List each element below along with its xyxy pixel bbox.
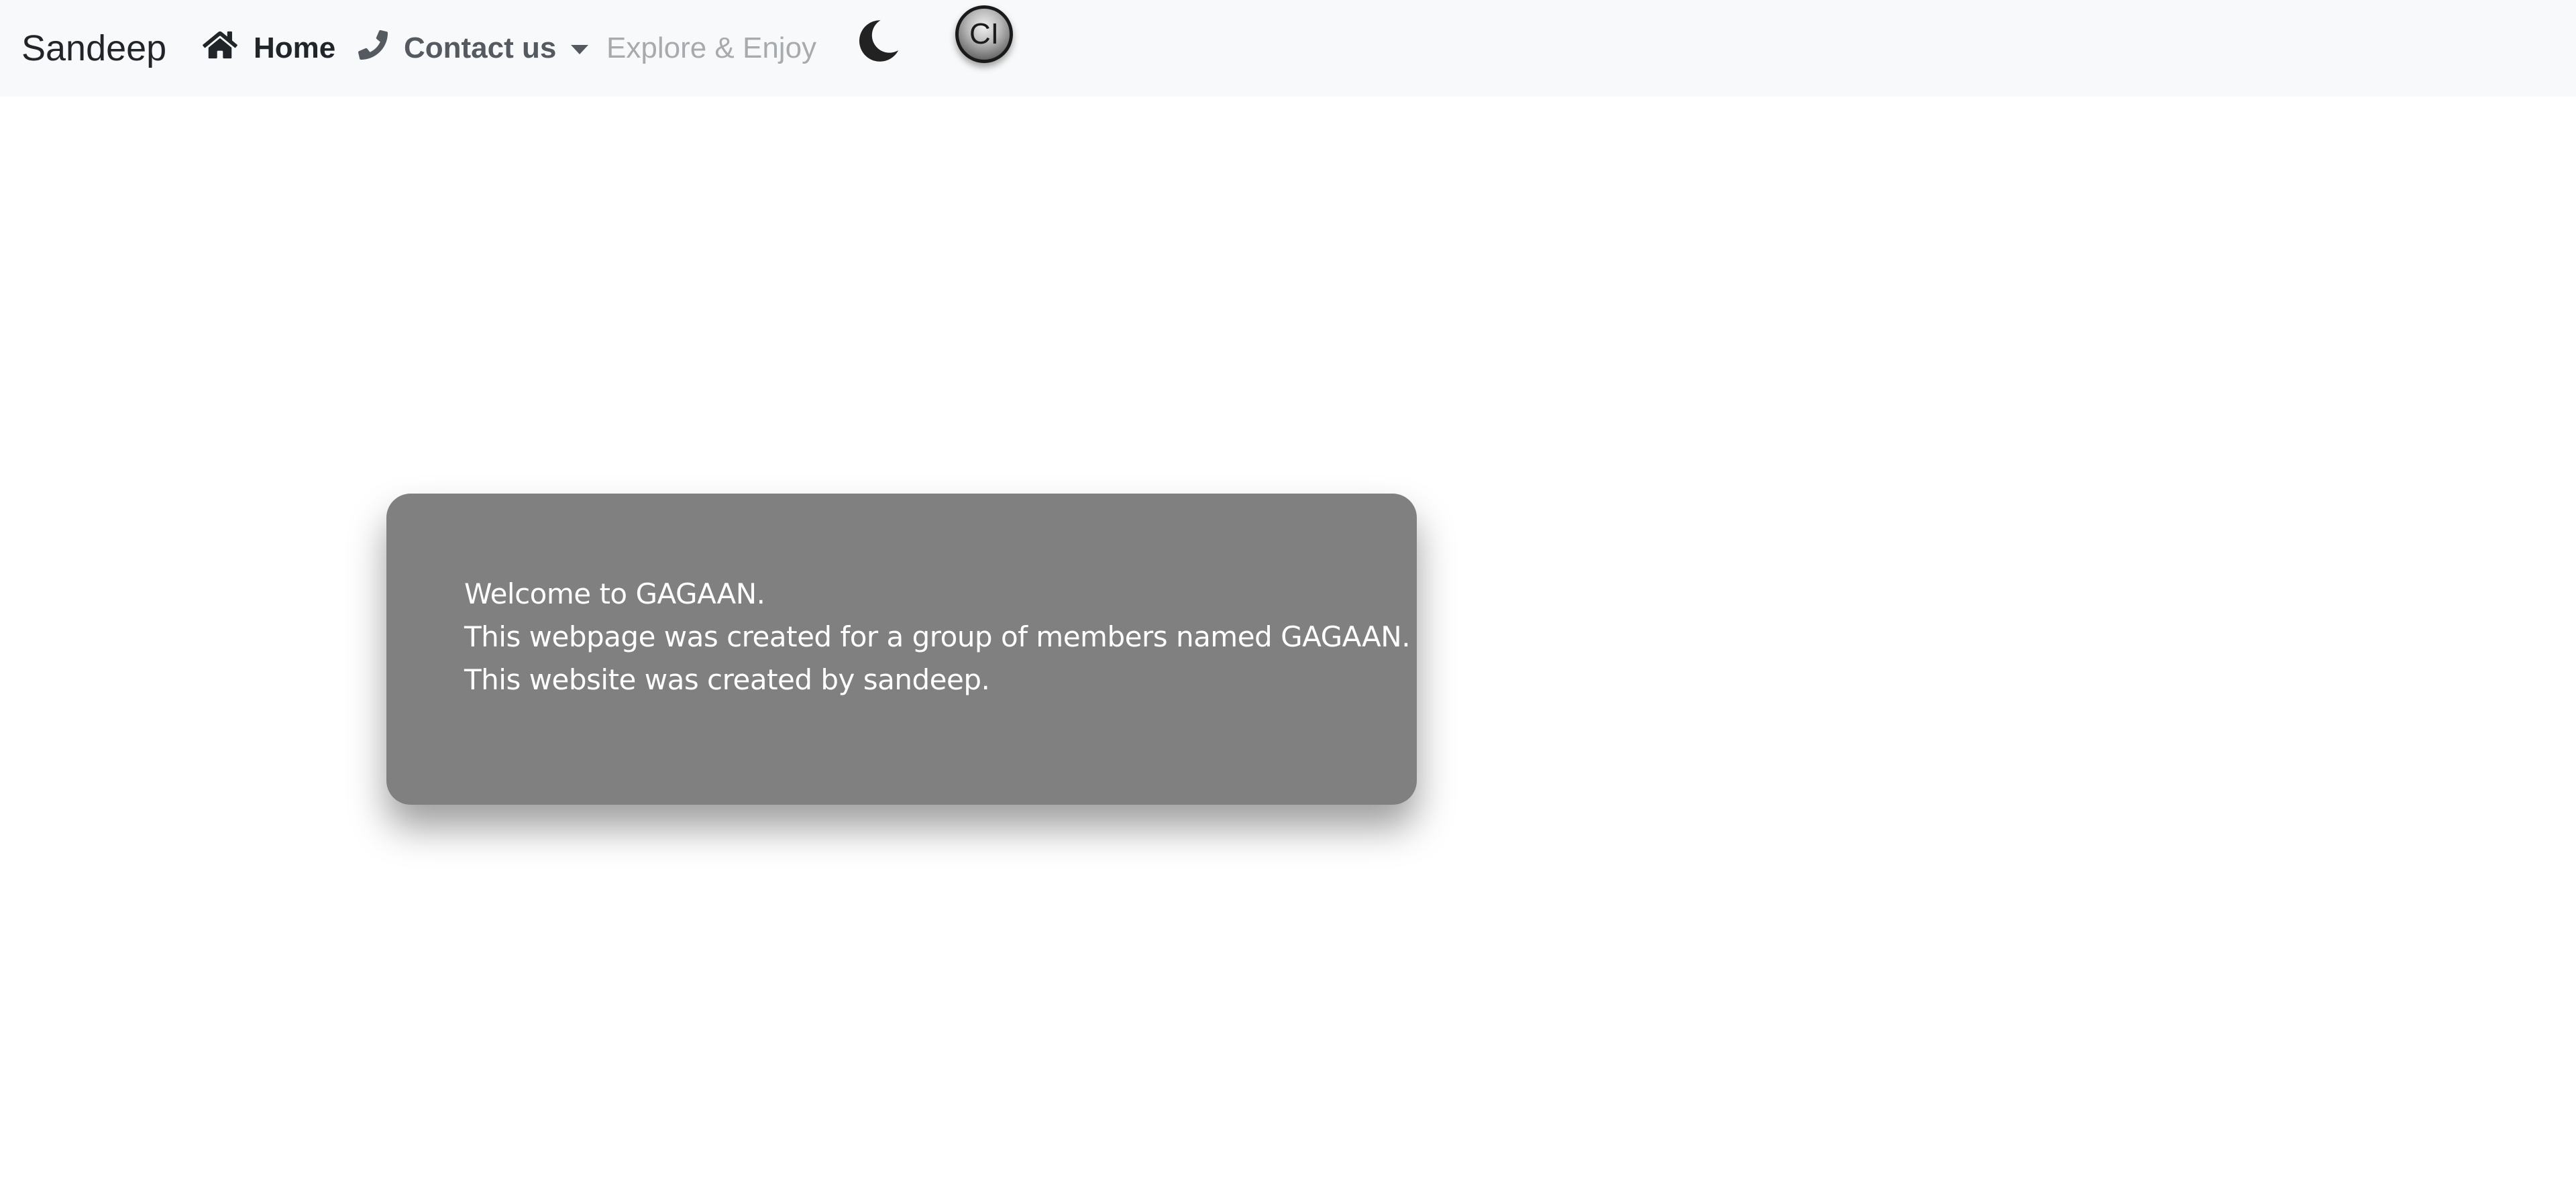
nav-explore-label: Explore & Enjoy (606, 32, 817, 64)
description-line: This webpage was created for a group of … (464, 620, 1411, 653)
navbar: Sandeep Home Contact us Explore & Enjoy … (0, 0, 2576, 97)
nav-home-link[interactable]: Home (203, 24, 335, 72)
nav-home-label: Home (254, 32, 336, 64)
creator-line: This website was created by sandeep. (464, 663, 990, 696)
nav-contact-dropdown[interactable]: Contact us (358, 24, 589, 72)
badge-label: CI (969, 17, 999, 50)
welcome-line: Welcome to GAGAAN. (464, 577, 765, 610)
welcome-card: Welcome to GAGAAN. This webpage was crea… (386, 494, 1417, 805)
chevron-down-icon (571, 45, 589, 54)
phone-icon (358, 30, 388, 67)
moon-icon[interactable] (853, 17, 900, 64)
nav-contact-label: Contact us (404, 32, 557, 64)
nav-explore-link[interactable]: Explore & Enjoy (606, 24, 816, 72)
home-icon (203, 30, 237, 68)
brand-link[interactable]: Sandeep (21, 24, 166, 72)
profile-badge[interactable]: CI (955, 5, 1013, 63)
